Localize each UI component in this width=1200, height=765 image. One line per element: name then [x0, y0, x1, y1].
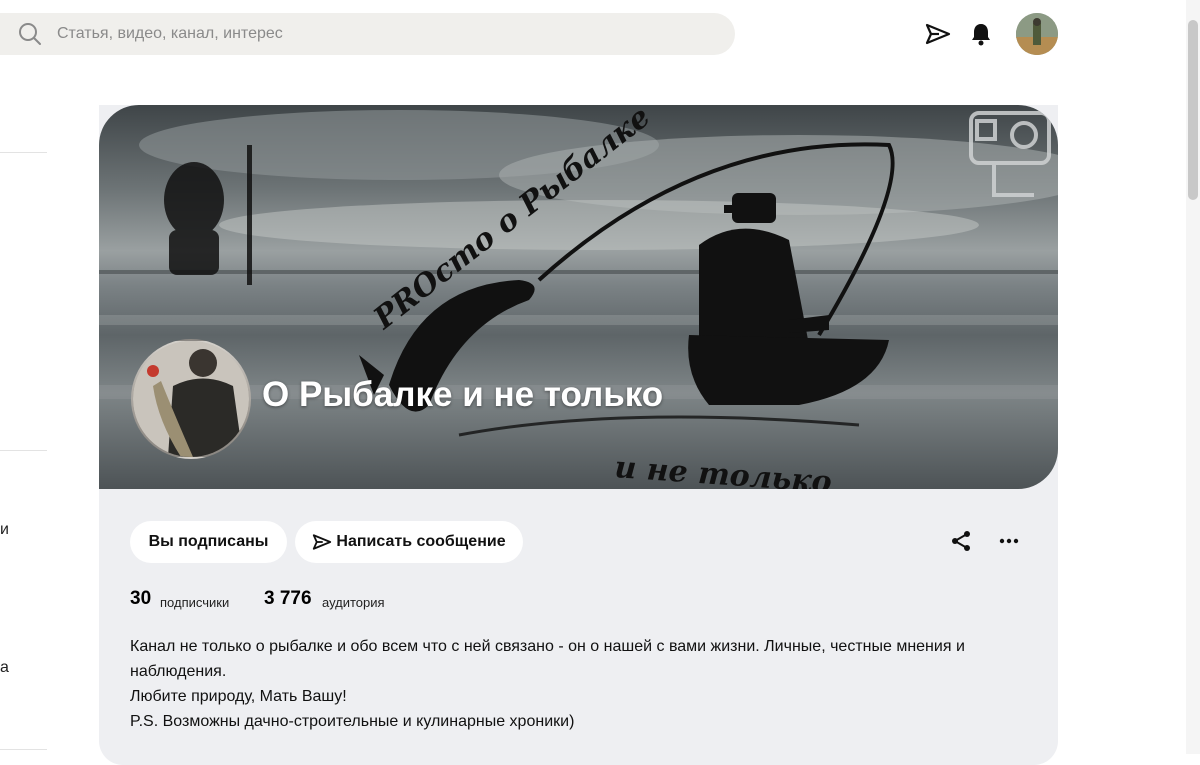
search-bar[interactable]: Статья, видео, канал, интерес [0, 13, 735, 55]
channel-description: Канал не только о рыбалке и обо всем что… [130, 634, 1030, 734]
sidebar-divider [0, 152, 47, 153]
share-icon[interactable] [947, 527, 975, 555]
write-message-label: Написать сообщение [336, 533, 506, 550]
channel-avatar[interactable] [131, 339, 251, 459]
audience-count: 3 776 [264, 588, 312, 609]
subscribed-button-label: Вы подписаны [148, 533, 269, 550]
user-avatar[interactable] [1016, 13, 1058, 55]
cover-illustration: PROсто о Рыбалке и не только [99, 105, 1058, 489]
channel-title: О Рыбалке и не только [262, 375, 664, 414]
audience-label: аудитория [322, 595, 385, 610]
subscribed-button[interactable]: Вы подписаны [130, 521, 287, 563]
channel-cover: PROсто о Рыбалке и не только [99, 105, 1058, 489]
sidebar-item-fragment[interactable]: а [0, 659, 9, 677]
write-message-button[interactable]: Написать сообщение [295, 521, 523, 563]
sidebar-divider [0, 749, 47, 750]
scrollbar[interactable] [1186, 0, 1200, 754]
subscribers-count: 30 [130, 588, 152, 609]
description-line: Любите природу, Мать Вашу! [130, 688, 347, 705]
sidebar-item-fragment[interactable]: и [0, 521, 9, 539]
subscribers-label: подписчики [160, 595, 230, 610]
bell-icon[interactable] [967, 20, 995, 48]
avatar-photo [133, 341, 249, 457]
more-menu-icon[interactable] [995, 527, 1023, 555]
cover-text-2: и не только [613, 450, 832, 489]
send-icon [313, 534, 332, 550]
avatar-photo [1016, 13, 1058, 55]
description-line: Канал не только о рыбалке и обо всем что… [130, 638, 965, 680]
description-line: P.S. Возможны дачно-строительные и кулин… [130, 713, 575, 730]
scrollbar-thumb[interactable] [1188, 20, 1198, 200]
send-icon[interactable] [924, 20, 952, 48]
search-icon [19, 23, 41, 45]
sidebar-divider [0, 450, 47, 451]
search-input[interactable]: Статья, видео, канал, интерес [57, 25, 283, 43]
